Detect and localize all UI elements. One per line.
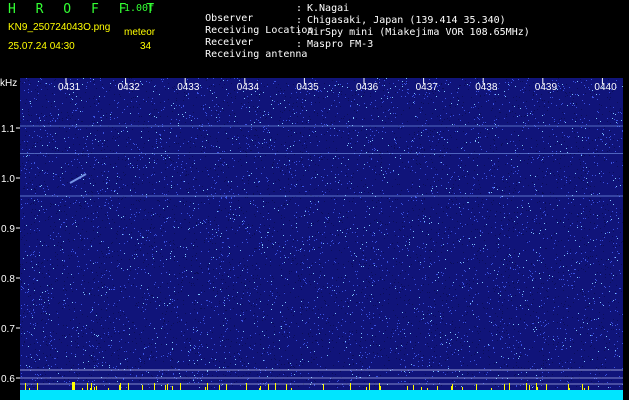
band-spike [369,383,370,390]
band-spike [142,385,143,390]
info-sep: : [296,3,303,14]
y-tick-label: 0.9 [1,224,15,235]
info-value: Maspro FM-3 [307,39,374,50]
x-tick-label: 0440 [594,82,617,93]
header-panel: H R O F F T 1.00f KN9_250724043O.png met… [0,0,629,76]
band-spike [588,386,589,390]
band-spike [25,383,26,390]
x-tick-label: 0434 [237,82,260,93]
app-version: 1.00f [124,3,155,14]
y-tick-label: 0.8 [1,274,15,285]
band-spike [529,385,530,390]
x-tick-label: 0438 [475,82,498,93]
band-spike [421,387,422,390]
file-name: KN9_250724043O.png [8,22,111,33]
info-value: AirSpy mini (Miakejima VOR 108.65MHz) [307,27,530,38]
band-spike [165,385,166,390]
band-spike [226,384,227,390]
info-sep: : [296,15,303,26]
bottom-band [20,390,623,400]
band-spike [509,383,510,390]
band-spike [37,383,38,390]
band-spike [260,386,261,390]
band-spike [546,384,547,390]
band-spike [72,382,75,390]
band-spike [536,383,537,390]
band-spike [526,383,527,390]
y-tick-label: 0.6 [1,374,15,385]
band-spike [94,387,95,390]
band-spike [246,383,247,390]
band-spike [437,386,438,390]
band-spike [82,388,83,390]
x-tick-label: 0432 [118,82,141,93]
band-spike [462,387,463,390]
band-spike [366,387,367,390]
band-spike [219,385,220,390]
band-spike [87,383,88,390]
band-spike [120,383,121,390]
band-spike [172,386,173,390]
band-spike [108,388,109,390]
band-spike [180,383,181,390]
info-sep: : [296,39,303,50]
x-tick-label: 0436 [356,82,379,93]
meteor-label: meteor [124,27,156,38]
band-spike [291,388,292,390]
spectrogram: 0431 0432 0433 0434 0435 0436 0437 0438 0439 0440 [20,78,623,400]
band-spike [452,384,453,390]
band-spike [90,388,91,390]
band-spike [380,386,381,390]
meteor-count: 34 [140,41,152,52]
y-tick-label: 0.7 [1,324,15,335]
band-spike [407,386,408,390]
band-spike [569,388,570,390]
band-spike [119,385,120,390]
band-spike [504,384,505,390]
band-spike [568,384,569,390]
band-spike [582,384,583,390]
band-spike [379,383,380,390]
x-tick-label: 0433 [177,82,200,93]
band-spike [350,383,351,390]
band-spike [451,386,452,390]
band-spike [167,384,168,390]
band-spike [427,388,428,390]
y-axis: kHz 1.1 1.0 0.9 0.8 0.7 0.6 [0,78,20,385]
band-spike [205,387,206,390]
band-spike [413,385,414,390]
y-tick-label: 1.0 [1,174,15,185]
band-spike [323,384,324,390]
band-spike [128,383,129,390]
info-value: Chigasaki, Japan (139.414 35.340) [307,15,506,26]
band-spike [207,383,208,390]
info-value: K.Nagai [307,3,350,14]
band-spike [154,383,155,390]
band-spike [259,388,260,390]
x-tick-label: 0439 [535,82,558,93]
info-row-antenna: Receiving antenna [181,40,307,70]
x-tick-label: 0431 [58,82,81,93]
band-spike [91,383,92,390]
band-spike [537,387,538,390]
info-sep: : [296,27,303,38]
band-spike [476,384,477,390]
x-tick-label: 0437 [416,82,439,93]
timestamp: 25.07.24 04:30 [8,41,75,52]
band-spike [584,388,585,390]
x-tick-label: 0435 [296,82,319,93]
band-spike [275,383,276,390]
band-spike [96,386,97,390]
band-spike [268,384,269,390]
band-spike [29,388,30,390]
info-label: Receiving antenna [205,49,308,60]
band-spike [491,388,492,390]
y-unit-label: kHz [0,78,17,89]
y-tick-label: 1.1 [1,124,15,135]
band-spike [286,384,287,390]
